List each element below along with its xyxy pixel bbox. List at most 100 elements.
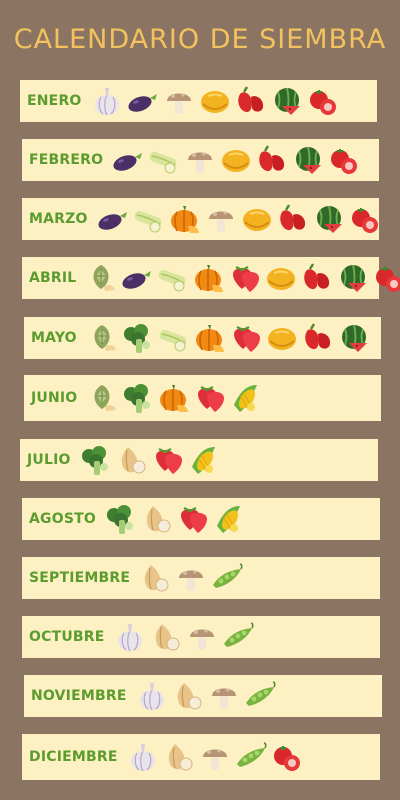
pumpkin-icon	[192, 261, 226, 295]
strawberry-icon	[151, 443, 185, 477]
crop-icons	[126, 740, 304, 774]
mushroom-icon	[183, 143, 217, 177]
month-row-mayo: MAYO	[24, 317, 381, 359]
month-label: ABRIL	[29, 270, 77, 286]
tomato-icon	[372, 261, 400, 295]
month-label: FEBRERO	[29, 152, 104, 168]
tomato-icon	[306, 84, 340, 118]
month-row-agosto: AGOSTO	[22, 498, 380, 540]
tomato-icon	[327, 143, 361, 177]
pumpkin-icon	[168, 202, 202, 236]
eggplant-icon	[126, 84, 160, 118]
onion-icon	[115, 443, 149, 477]
crop-icons	[84, 261, 400, 295]
eggplant-icon	[111, 143, 145, 177]
artichoke-icon	[84, 261, 118, 295]
pumpkin-icon	[157, 381, 191, 415]
mushroom-icon	[198, 740, 232, 774]
garlic-icon	[113, 620, 147, 654]
month-label: SEPTIEMBRE	[29, 570, 131, 586]
garlic-icon	[135, 679, 169, 713]
peas-icon	[234, 740, 268, 774]
mushroom-icon	[185, 620, 219, 654]
strawberry-icon	[193, 381, 227, 415]
peas-icon	[243, 679, 277, 713]
mushroom-icon	[207, 679, 241, 713]
watermelon-icon	[336, 261, 370, 295]
page-title: CALENDARIO DE SIEMBRA	[13, 24, 387, 55]
month-row-noviembre: NOVIEMBRE	[24, 675, 382, 717]
month-row-diciembre: DICIEMBRE	[22, 734, 380, 780]
watermelon-icon	[270, 84, 304, 118]
crop-icons	[113, 620, 255, 654]
mushroom-icon	[162, 84, 196, 118]
onion-icon	[149, 620, 183, 654]
crop-icons	[79, 443, 221, 477]
month-label: MARZO	[29, 211, 88, 227]
melon-icon	[264, 261, 298, 295]
corn-icon	[212, 502, 246, 536]
crop-icons	[138, 561, 244, 595]
zucchini-icon	[157, 321, 191, 355]
zucchini-icon	[147, 143, 181, 177]
crop-icons	[85, 381, 263, 415]
month-label: OCTUBRE	[29, 629, 105, 645]
pepper-icon	[300, 261, 334, 295]
strawberry-icon	[228, 261, 262, 295]
crop-icons	[111, 143, 361, 177]
month-label: DICIEMBRE	[29, 749, 118, 765]
month-row-marzo: MARZO	[22, 198, 379, 240]
onion-icon	[171, 679, 205, 713]
melon-icon	[198, 84, 232, 118]
crop-icons	[104, 502, 246, 536]
month-label: JULIO	[27, 452, 71, 468]
pepper-icon	[276, 202, 310, 236]
artichoke-icon	[85, 381, 119, 415]
garlic-icon	[126, 740, 160, 774]
broccoli-icon	[79, 443, 113, 477]
month-row-septiembre: SEPTIEMBRE	[22, 557, 380, 599]
month-row-junio: JUNIO	[24, 375, 381, 421]
garlic-icon	[90, 84, 124, 118]
peas-icon	[221, 620, 255, 654]
month-row-abril: ABRIL	[22, 257, 400, 299]
pumpkin-icon	[193, 321, 227, 355]
onion-icon	[138, 561, 172, 595]
month-row-enero: ENERO	[20, 80, 377, 122]
artichoke-icon	[85, 321, 119, 355]
corn-icon	[229, 381, 263, 415]
tomato-icon	[348, 202, 382, 236]
pepper-icon	[301, 321, 335, 355]
mushroom-icon	[174, 561, 208, 595]
melon-icon	[240, 202, 274, 236]
melon-icon	[219, 143, 253, 177]
broccoli-icon	[121, 321, 155, 355]
peas-icon	[210, 561, 244, 595]
watermelon-icon	[291, 143, 325, 177]
month-label: NOVIEMBRE	[31, 688, 127, 704]
zucchini-icon	[132, 202, 166, 236]
onion-icon	[162, 740, 196, 774]
mushroom-icon	[204, 202, 238, 236]
corn-icon	[187, 443, 221, 477]
crop-icons	[85, 321, 371, 355]
crop-icons	[90, 84, 340, 118]
pepper-icon	[234, 84, 268, 118]
pepper-icon	[255, 143, 289, 177]
month-label: MAYO	[31, 330, 77, 346]
month-label: ENERO	[27, 93, 82, 109]
month-label: AGOSTO	[29, 511, 96, 527]
month-label: JUNIO	[31, 390, 78, 406]
broccoli-icon	[104, 502, 138, 536]
strawberry-icon	[229, 321, 263, 355]
melon-icon	[265, 321, 299, 355]
month-row-febrero: FEBRERO	[22, 139, 379, 181]
onion-icon	[140, 502, 174, 536]
watermelon-icon	[312, 202, 346, 236]
eggplant-icon	[96, 202, 130, 236]
broccoli-icon	[121, 381, 155, 415]
watermelon-icon	[337, 321, 371, 355]
zucchini-icon	[156, 261, 190, 295]
month-row-julio: JULIO	[20, 439, 378, 481]
month-row-octubre: OCTUBRE	[22, 616, 380, 658]
